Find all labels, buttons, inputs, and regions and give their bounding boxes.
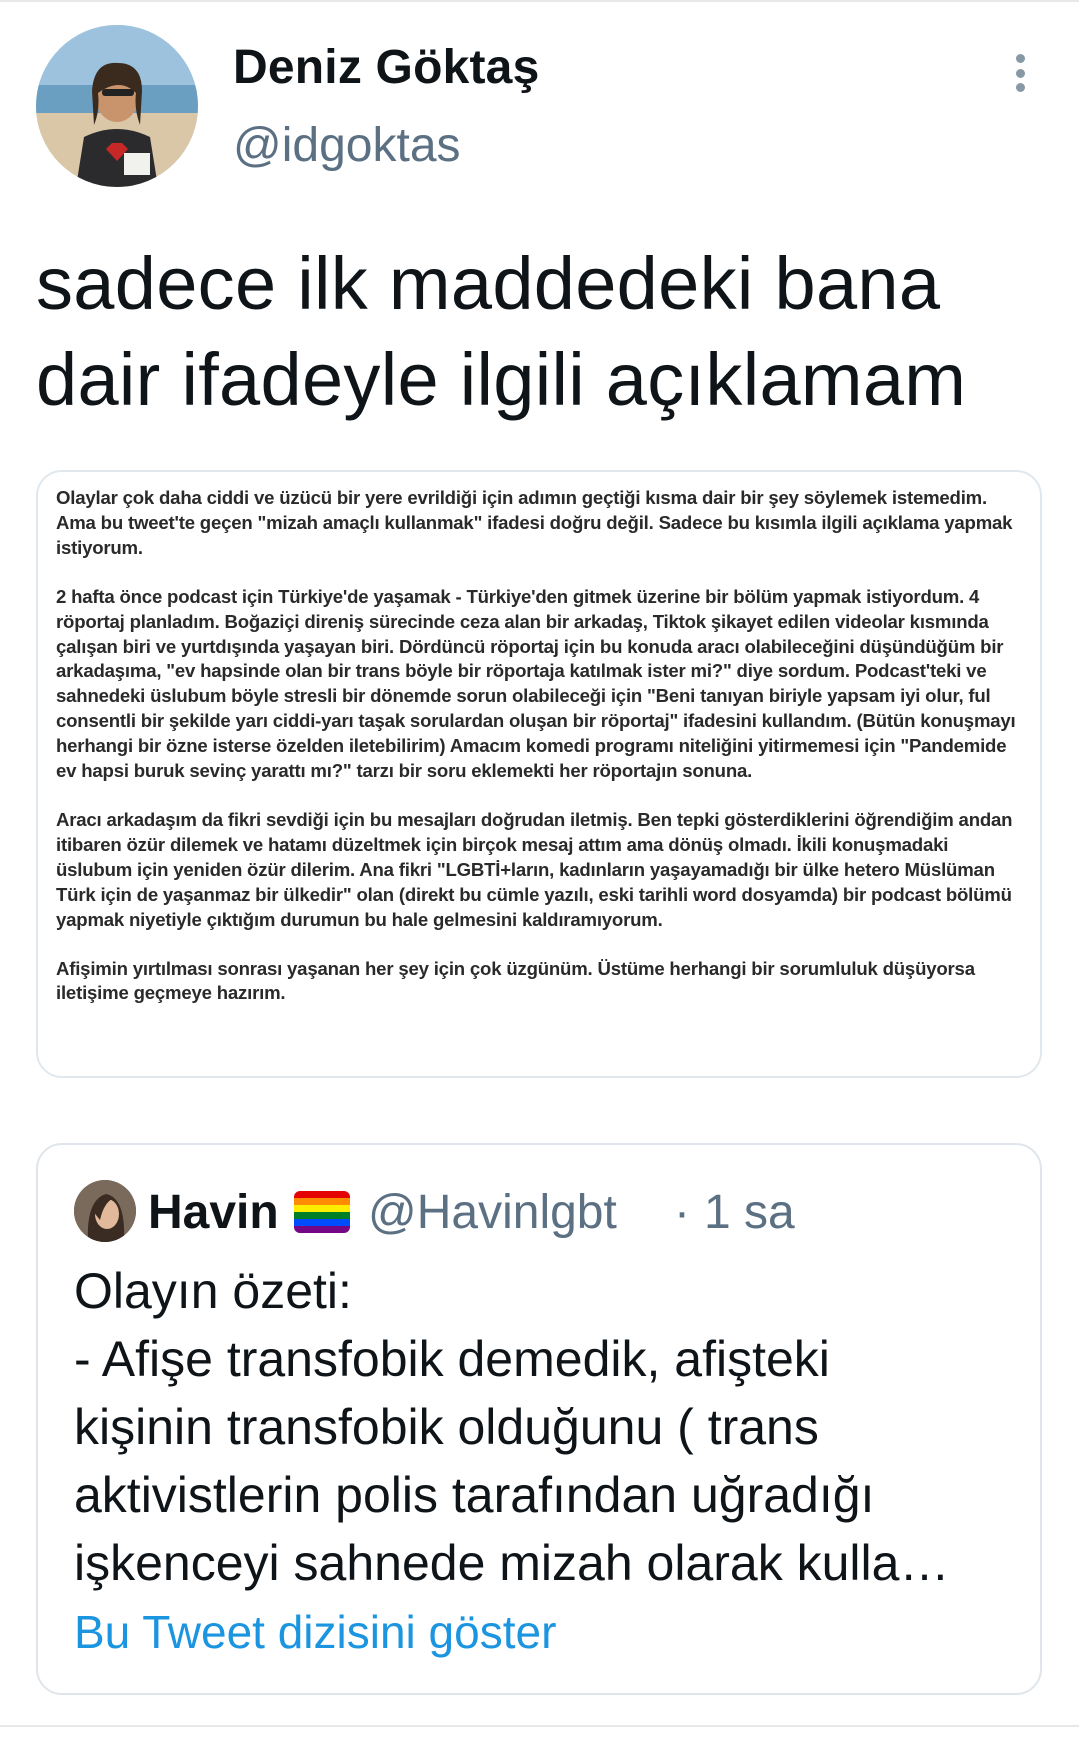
quoted-avatar-image (74, 1180, 136, 1242)
more-options-button[interactable] (1000, 48, 1040, 98)
author-handle[interactable]: @idgoktas (233, 118, 461, 173)
show-thread-link[interactable]: Bu Tweet dizisini göster (74, 1605, 556, 1659)
note-paragraph: Olaylar çok daha ciddi ve üzücü bir yere… (56, 487, 1013, 558)
more-dot (1015, 54, 1025, 63)
quoted-text-line: kişinin transfobik olduğunu ( trans (74, 1399, 819, 1455)
author-avatar[interactable] (36, 25, 198, 187)
flag-stripe (294, 1191, 350, 1198)
more-dot (1015, 83, 1025, 92)
flag-stripe (294, 1198, 350, 1205)
flag-stripe (294, 1226, 350, 1233)
bottom-divider (0, 1725, 1079, 1727)
more-dot (1015, 68, 1025, 78)
quoted-handle[interactable]: @Havinlgbt (368, 1185, 617, 1240)
flag-stripe (294, 1205, 350, 1212)
quoted-display-name[interactable]: Havin (148, 1185, 279, 1240)
meta-separator: · (674, 1186, 690, 1239)
top-divider (0, 0, 1079, 2)
quoted-text-line: - Afişe transfobik demedik, afişteki (74, 1331, 830, 1387)
quoted-author-avatar[interactable] (74, 1180, 136, 1242)
rainbow-flag-icon (294, 1191, 350, 1233)
quoted-tweet-text: Olayın özeti: - Afişe transfobik demedik… (74, 1257, 1014, 1597)
quoted-text-line: işkenceyi sahnede mizah olarak kulla… (74, 1535, 950, 1591)
note-paragraph: 2 hafta önce podcast için Türkiye'de yaş… (56, 585, 1016, 782)
quoted-tweet-card[interactable]: Havin @Havinlgbt · 1 sa Olayın özeti: - … (36, 1143, 1042, 1695)
attached-image-card[interactable]: Olaylar çok daha ciddi ve üzücü bir yere… (36, 470, 1042, 1078)
author-avatar-image (36, 25, 198, 187)
note-paragraph: Afişimin yırtılması sonrası yaşanan her … (56, 957, 975, 1004)
tweet-text: sadece ilk maddedeki bana dair ifadeyle … (36, 242, 967, 421)
author-display-name[interactable]: Deniz Göktaş (233, 40, 539, 95)
flag-stripe (294, 1212, 350, 1219)
note-paragraph: Aracı arkadaşım da fikri sevdiği için bu… (56, 808, 1013, 930)
quoted-text-line: Olayın özeti: (74, 1263, 352, 1319)
quoted-text-line: aktivistlerin polis tarafından uğradığı (74, 1467, 875, 1523)
quoted-timestamp[interactable]: 1 sa (704, 1185, 795, 1240)
flag-stripe (294, 1219, 350, 1226)
